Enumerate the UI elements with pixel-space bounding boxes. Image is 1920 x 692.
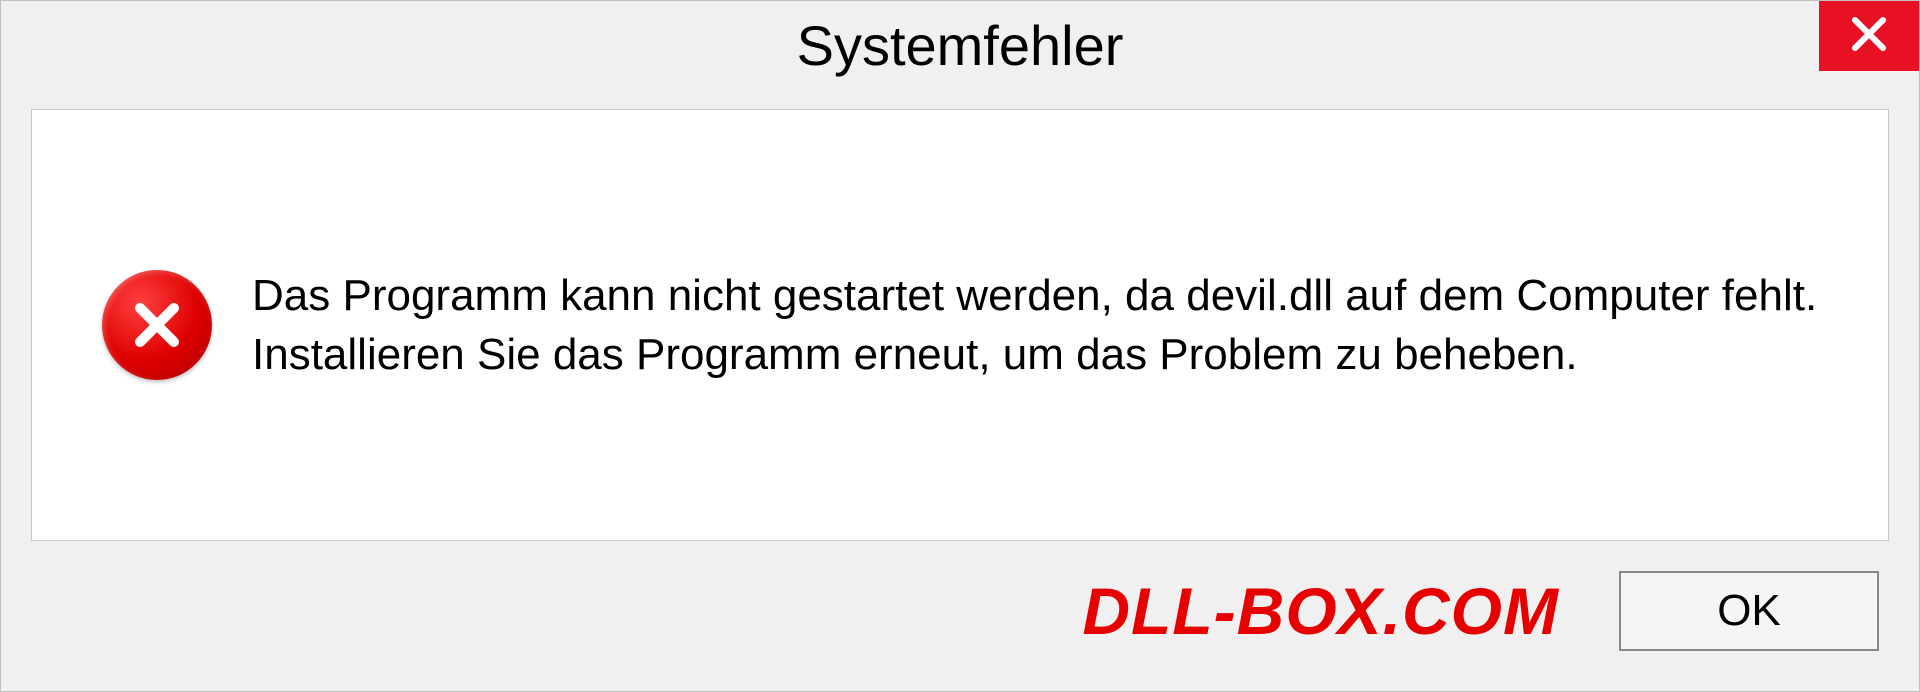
error-icon — [102, 270, 212, 380]
close-button[interactable] — [1819, 1, 1919, 71]
error-message: Das Programm kann nicht gestartet werden… — [252, 266, 1818, 385]
dialog-title: Systemfehler — [797, 13, 1124, 78]
ok-button[interactable]: OK — [1619, 571, 1879, 651]
watermark-text: DLL-BOX.COM — [1082, 573, 1559, 649]
error-dialog: Systemfehler Das Programm kann nicht ges… — [0, 0, 1920, 692]
dialog-footer: DLL-BOX.COM OK — [1, 541, 1919, 691]
close-icon — [1848, 13, 1890, 60]
content-area: Das Programm kann nicht gestartet werden… — [31, 109, 1889, 541]
titlebar: Systemfehler — [1, 1, 1919, 89]
